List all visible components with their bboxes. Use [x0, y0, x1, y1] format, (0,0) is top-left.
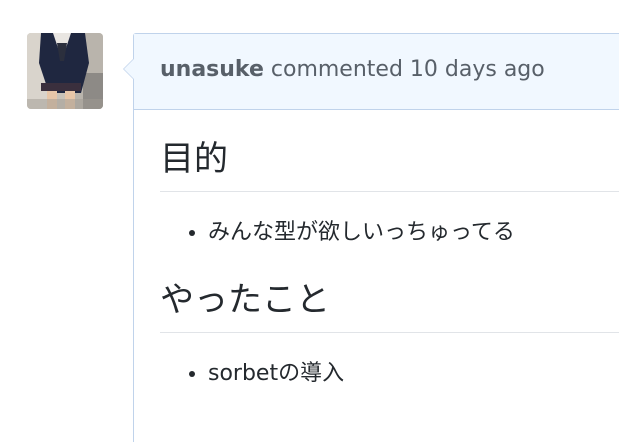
comment-action: commented: [270, 57, 403, 82]
comment-box: unasuke commented 10 days ago 目的 みんな型が欲し…: [123, 33, 619, 442]
comment-timestamp[interactable]: 10 days ago: [410, 57, 545, 82]
comment-header: unasuke commented 10 days ago: [134, 34, 619, 110]
comment-header-text: unasuke commented 10 days ago: [160, 56, 545, 84]
comment-thread: unasuke commented 10 days ago 目的 みんな型が欲し…: [0, 0, 619, 442]
avatar[interactable]: [27, 33, 103, 109]
purpose-list: みんな型が欲しいっちゅってる: [160, 218, 619, 248]
avatar-image: [27, 33, 103, 109]
author-link[interactable]: unasuke: [160, 57, 264, 82]
list-item: みんな型が欲しいっちゅってる: [208, 218, 619, 248]
list-item: sorbetの導入: [208, 359, 619, 389]
section-heading-purpose: 目的: [160, 137, 619, 192]
comment-body: 目的 みんな型が欲しいっちゅってる やったこと sorbetの導入: [160, 110, 619, 389]
section-heading-done: やったこと: [160, 278, 619, 333]
done-list: sorbetの導入: [160, 359, 619, 389]
